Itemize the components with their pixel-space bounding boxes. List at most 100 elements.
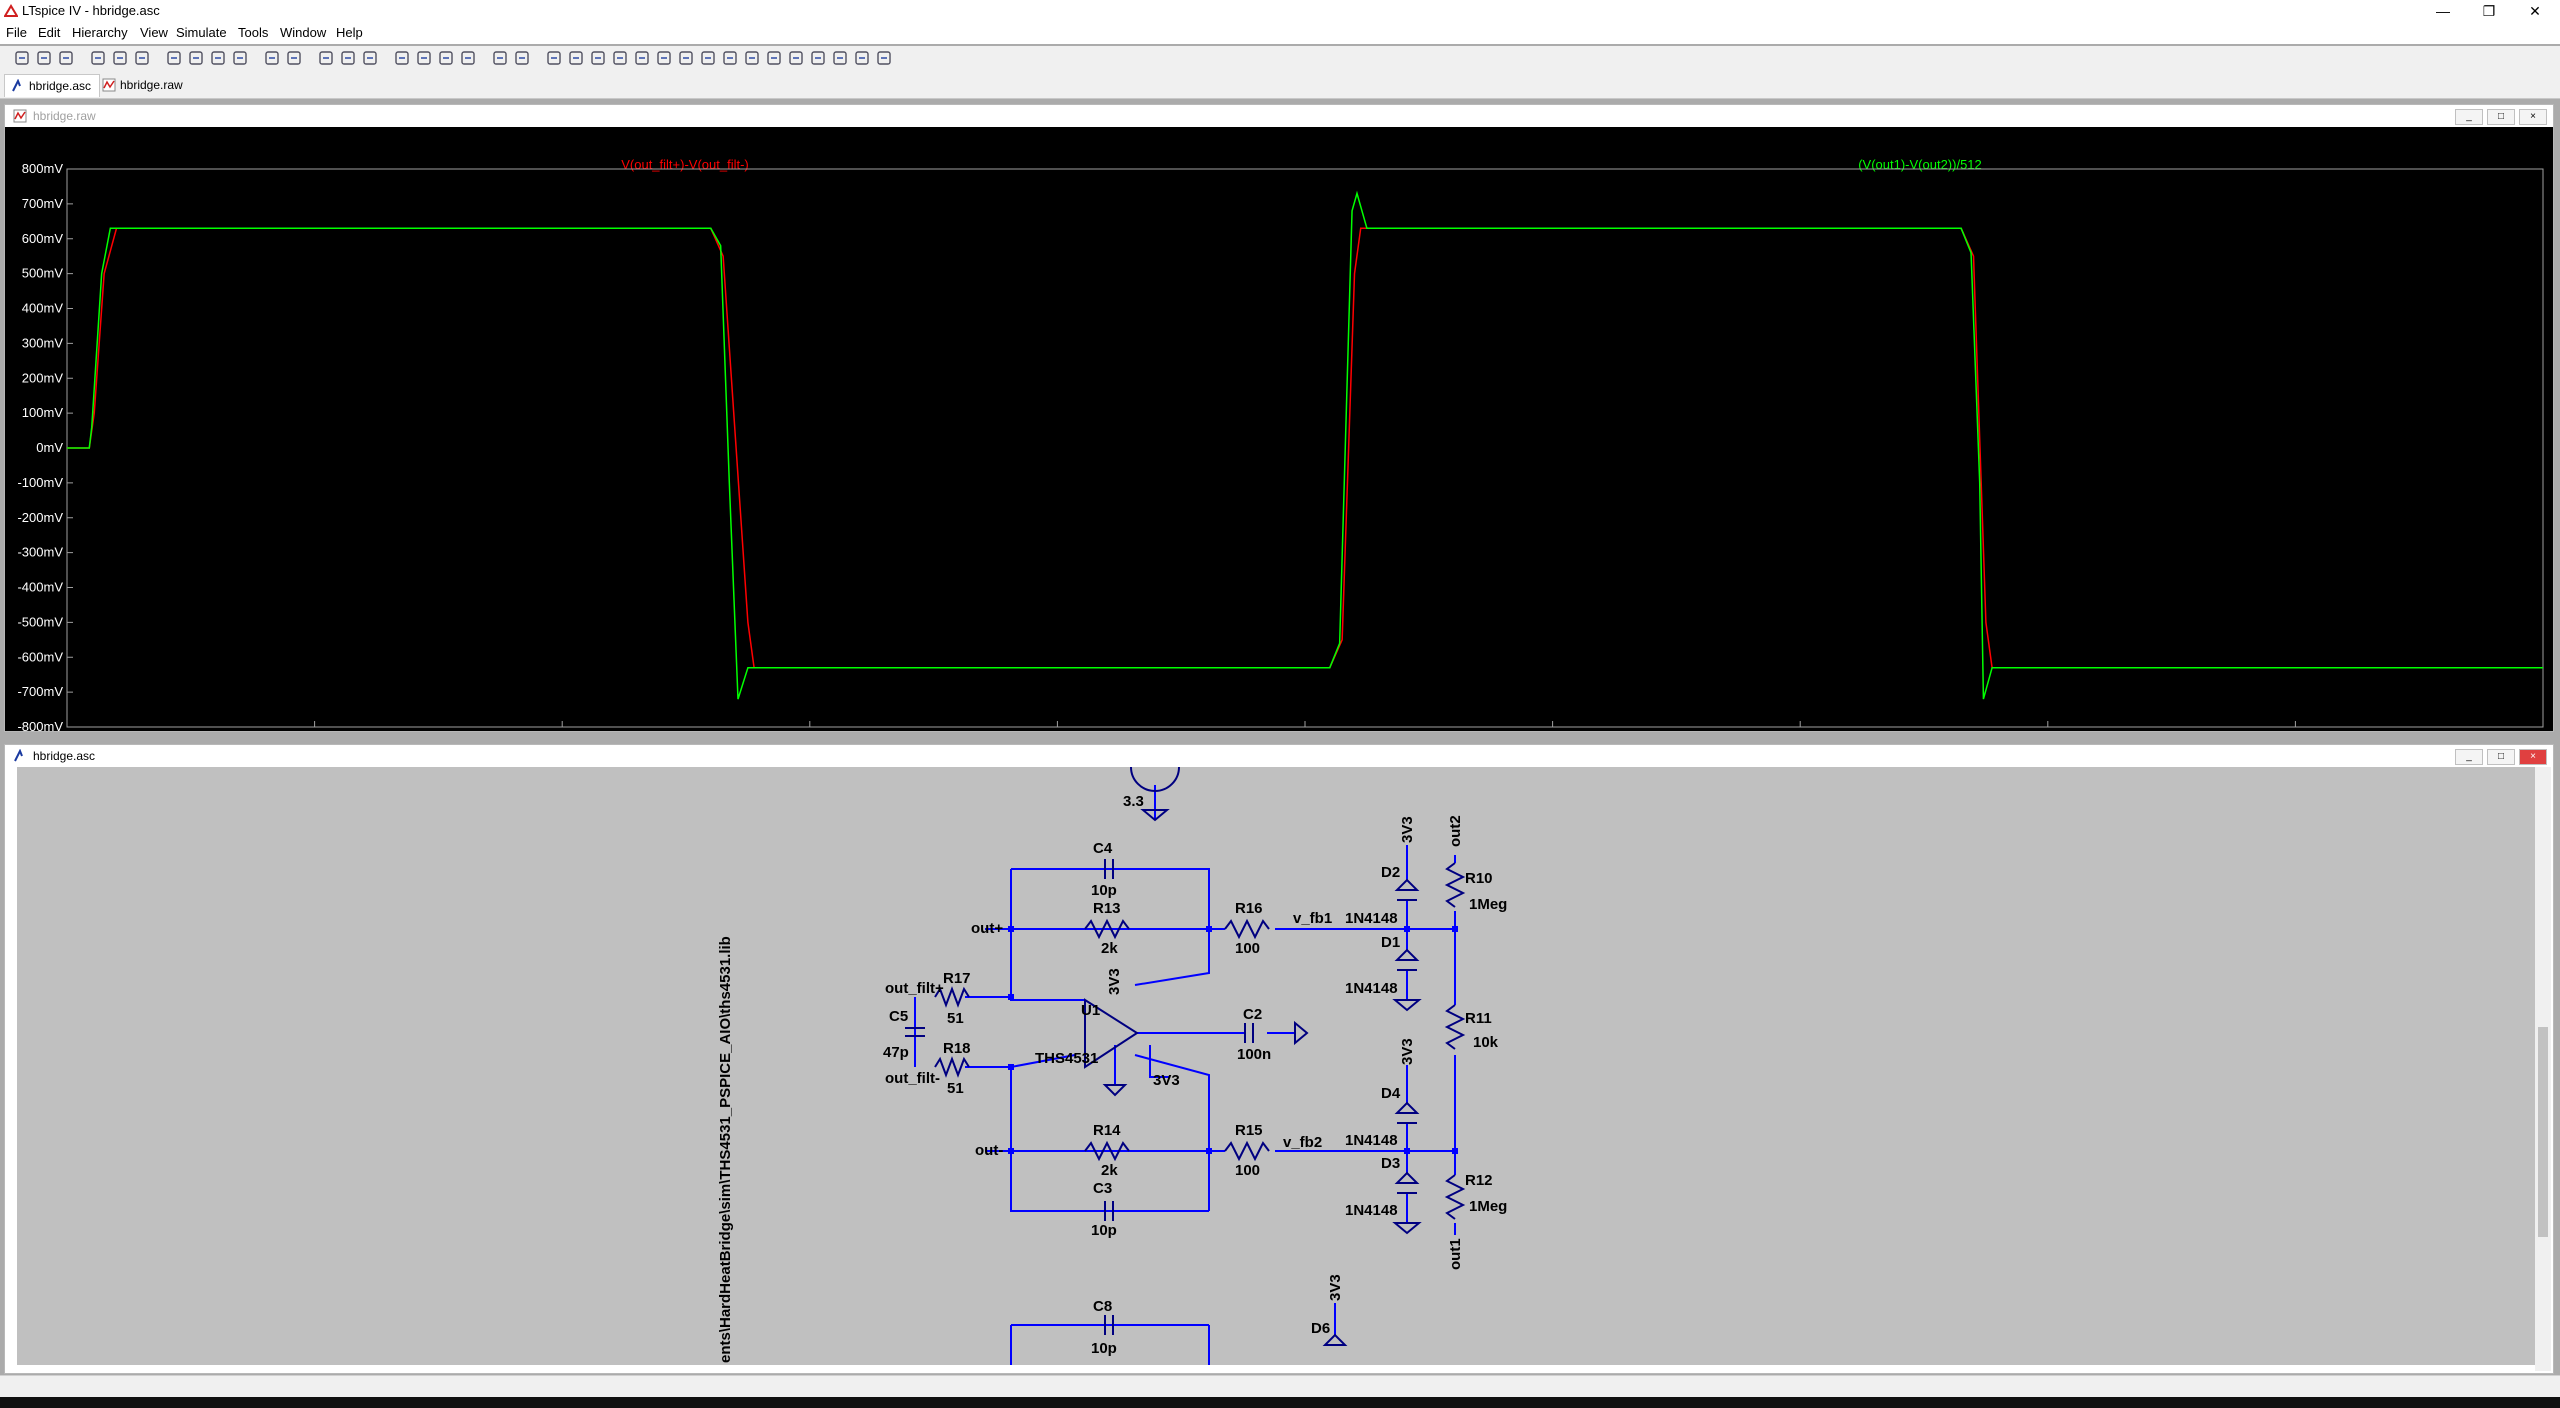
control-panel-icon[interactable] <box>90 50 106 66</box>
inductor-icon[interactable] <box>656 50 672 66</box>
component-icon[interactable] <box>700 50 716 66</box>
x-tick-label: 12µs <box>1538 729 1567 731</box>
trace-label-2[interactable]: (V(out1)-V(out2))/512 <box>1858 157 1982 172</box>
print-preview-icon[interactable] <box>492 50 508 66</box>
cascade-icon[interactable] <box>340 50 356 66</box>
redo-icon[interactable] <box>788 50 804 66</box>
label-r17-val: 51 <box>947 1010 964 1027</box>
trace-label-1[interactable]: V(out_filt+)-V(out_filt-) <box>621 157 749 172</box>
print-icon[interactable] <box>514 50 530 66</box>
schematic-canvas[interactable]: 3.3 C4 10p R13 2k R16 100 v_fb1 out+ out… <box>17 767 2537 1365</box>
label-r13-val: 2k <box>1101 940 1118 957</box>
paste-icon[interactable] <box>438 50 454 66</box>
waveform-maximize-button[interactable]: □ <box>2487 109 2515 125</box>
grid-icon[interactable] <box>286 50 302 66</box>
schematic-close-button[interactable]: × <box>2519 749 2547 765</box>
tab-hbridge-raw[interactable]: hbridge.raw <box>96 74 191 96</box>
label-3v3-u1: 3V3 <box>1106 968 1123 995</box>
undo-icon[interactable] <box>766 50 782 66</box>
label-c3-val: 10p <box>1091 1222 1117 1239</box>
zoom-in-icon[interactable] <box>166 50 182 66</box>
y-tick-label: -400mV <box>17 580 63 595</box>
label-icon[interactable] <box>590 50 606 66</box>
menu-hierarchy[interactable]: Hierarchy <box>72 25 128 40</box>
run-icon[interactable] <box>112 50 128 66</box>
close-button[interactable]: ✕ <box>2512 0 2558 22</box>
label-u1-part: THS4531 <box>1035 1050 1098 1067</box>
resistor-r12 <box>1444 1174 1466 1220</box>
x-tick-label: 8µs <box>1047 729 1069 731</box>
label-out-filt-m: out_filt- <box>885 1070 940 1087</box>
menu-file[interactable]: File <box>6 25 27 40</box>
text-icon[interactable] <box>854 50 870 66</box>
open-icon[interactable] <box>36 50 52 66</box>
label-c8: C8 <box>1093 1298 1112 1315</box>
schematic-vertical-scrollbar[interactable] <box>2535 767 2551 1371</box>
restore-button[interactable]: ❐ <box>2466 0 2512 22</box>
minimize-button[interactable]: — <box>2420 0 2466 22</box>
mirror-icon[interactable] <box>832 50 848 66</box>
menu-window[interactable]: Window <box>280 25 326 40</box>
save-icon[interactable] <box>58 50 74 66</box>
cut-icon[interactable] <box>394 50 410 66</box>
diode-icon[interactable] <box>678 50 694 66</box>
menu-view[interactable]: View <box>140 25 168 40</box>
label-c2-val: 100n <box>1237 1046 1271 1063</box>
schematic-window: hbridge.asc _ □ × 3.3 C4 10p R13 2k R16 … <box>4 744 2554 1374</box>
waveform-close-button[interactable]: × <box>2519 109 2547 125</box>
menu-tools[interactable]: Tools <box>238 25 268 40</box>
tab-label: hbridge.asc <box>29 79 92 93</box>
label-out-p: out+ <box>971 920 1003 937</box>
new-schematic-icon[interactable] <box>14 50 30 66</box>
wire-icon[interactable] <box>546 50 562 66</box>
capacitor-icon[interactable] <box>634 50 650 66</box>
label-c4: C4 <box>1093 840 1113 857</box>
tab-hbridge-asc[interactable]: hbridge.asc <box>4 74 101 97</box>
schematic-icon <box>12 79 21 92</box>
x-tick-label: 14µs <box>1786 729 1815 731</box>
waveform-plot[interactable]: V(out_filt+)-V(out_filt-) (V(out1)-V(out… <box>5 127 2553 731</box>
menu-edit[interactable]: Edit <box>38 25 60 40</box>
toolbar <box>0 46 2560 73</box>
schematic-minimize-button[interactable]: _ <box>2455 749 2483 765</box>
title-bar: LTspice IV - hbridge.asc — ❐ ✕ <box>0 0 2560 22</box>
move-icon[interactable] <box>722 50 738 66</box>
ground-icon[interactable] <box>568 50 584 66</box>
autorange-icon[interactable] <box>264 50 280 66</box>
menu-simulate[interactable]: Simulate <box>176 25 227 40</box>
diode-d2 <box>1394 878 1420 901</box>
x-tick-label: 18µs <box>2281 729 2310 731</box>
tile-horizontal-icon[interactable] <box>318 50 334 66</box>
resistor-r10 <box>1444 862 1466 908</box>
spice-directive-icon[interactable] <box>876 50 892 66</box>
y-tick-label: 500mV <box>22 266 64 281</box>
scrollbar-thumb[interactable] <box>2538 1027 2548 1237</box>
resistor-r18 <box>934 1056 970 1078</box>
label-r10-val: 1Meg <box>1469 896 1507 913</box>
component-symbols <box>905 767 1466 1346</box>
zoom-fit-icon[interactable] <box>210 50 226 66</box>
label-r11-val: 10k <box>1473 1034 1499 1051</box>
drag-icon[interactable] <box>744 50 760 66</box>
find-icon[interactable] <box>460 50 476 66</box>
label-out-filt-p: out_filt+ <box>885 980 944 997</box>
label-c4-val: 10p <box>1091 882 1117 899</box>
series-line-1 <box>67 227 2543 669</box>
rotate-icon[interactable] <box>810 50 826 66</box>
waveform-minimize-button[interactable]: _ <box>2455 109 2483 125</box>
resistor-icon[interactable] <box>612 50 628 66</box>
junction-dots <box>1008 926 1458 1154</box>
zoom-out-icon[interactable] <box>188 50 204 66</box>
label-d1: D1 <box>1381 934 1400 951</box>
halt-icon[interactable] <box>134 50 150 66</box>
zoom-cancel-icon[interactable] <box>232 50 248 66</box>
status-bar <box>0 1375 2560 1398</box>
schematic-maximize-button[interactable]: □ <box>2487 749 2515 765</box>
label-r14: R14 <box>1093 1122 1121 1139</box>
tile-vertical-icon[interactable] <box>362 50 378 66</box>
copy-icon[interactable] <box>416 50 432 66</box>
x-tick-label: 6µs <box>799 729 821 731</box>
y-tick-label: 700mV <box>22 196 64 211</box>
resistor-r15 <box>1224 1140 1270 1162</box>
menu-help[interactable]: Help <box>336 25 363 40</box>
